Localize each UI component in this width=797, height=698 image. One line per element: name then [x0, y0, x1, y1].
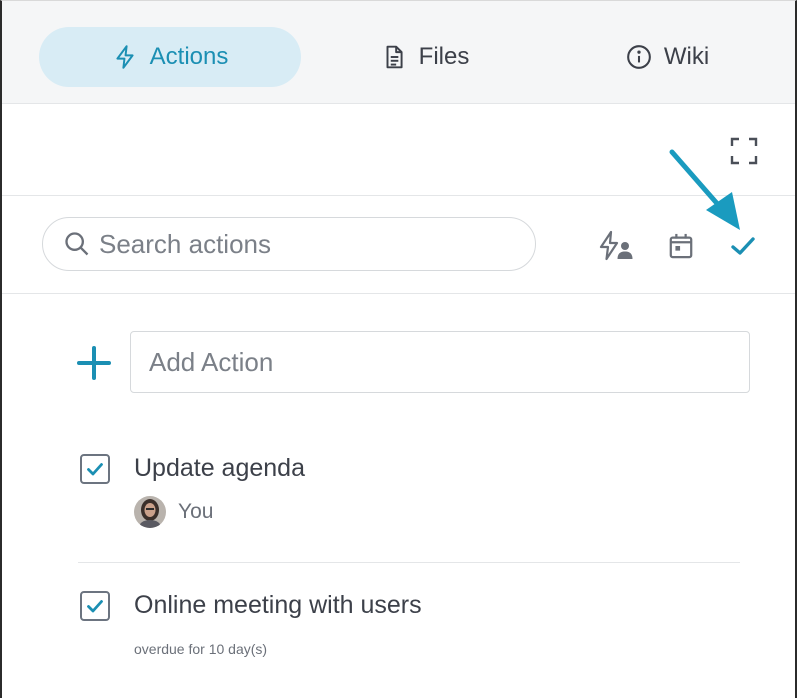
- action-assignee[interactable]: You: [134, 496, 213, 528]
- lightning-icon: [116, 45, 134, 69]
- add-action-input[interactable]: [130, 331, 750, 393]
- assignee-name: You: [178, 500, 214, 523]
- action-checkbox[interactable]: [80, 591, 110, 621]
- info-icon: [626, 45, 651, 69]
- avatar: [134, 496, 166, 528]
- document-icon: [386, 45, 403, 69]
- search-box[interactable]: [42, 217, 536, 271]
- plus-icon: [77, 346, 111, 380]
- lightning-person-icon: [599, 230, 633, 261]
- checkmark-icon: [731, 237, 755, 255]
- action-divider: [78, 562, 740, 563]
- tab-wiki-label: Wiki: [663, 43, 710, 70]
- tab-files-label: Files: [418, 43, 470, 70]
- filter-completed-button[interactable]: [723, 229, 763, 263]
- action-checkbox[interactable]: [80, 454, 110, 484]
- action-item: Online meeting with users overdue for 10…: [78, 589, 740, 669]
- filter-assigned-button[interactable]: [596, 229, 636, 263]
- fullscreen-icon: [730, 137, 758, 165]
- calendar-icon: [669, 233, 693, 259]
- filter-due-date-button[interactable]: [661, 229, 701, 263]
- tab-wiki[interactable]: Wiki: [600, 27, 735, 87]
- checkmark-icon: [87, 600, 103, 613]
- panel-header: [2, 104, 795, 196]
- action-title: Online meeting with users: [134, 591, 422, 619]
- search-icon: [65, 232, 89, 256]
- action-title: Update agenda: [134, 454, 305, 482]
- search-bar-row: [2, 196, 795, 294]
- expand-button[interactable]: [728, 135, 760, 167]
- checkmark-icon: [87, 463, 103, 476]
- search-input[interactable]: [99, 228, 519, 260]
- tab-bar: Actions Files Wiki: [2, 1, 795, 104]
- action-item: Update agenda You: [78, 452, 740, 532]
- tab-actions[interactable]: Actions: [39, 27, 301, 87]
- add-action-button[interactable]: [76, 345, 112, 381]
- tab-actions-label: Actions: [149, 43, 229, 70]
- action-overdue-status: overdue for 10 day(s): [134, 641, 268, 657]
- tab-files[interactable]: Files: [359, 27, 491, 87]
